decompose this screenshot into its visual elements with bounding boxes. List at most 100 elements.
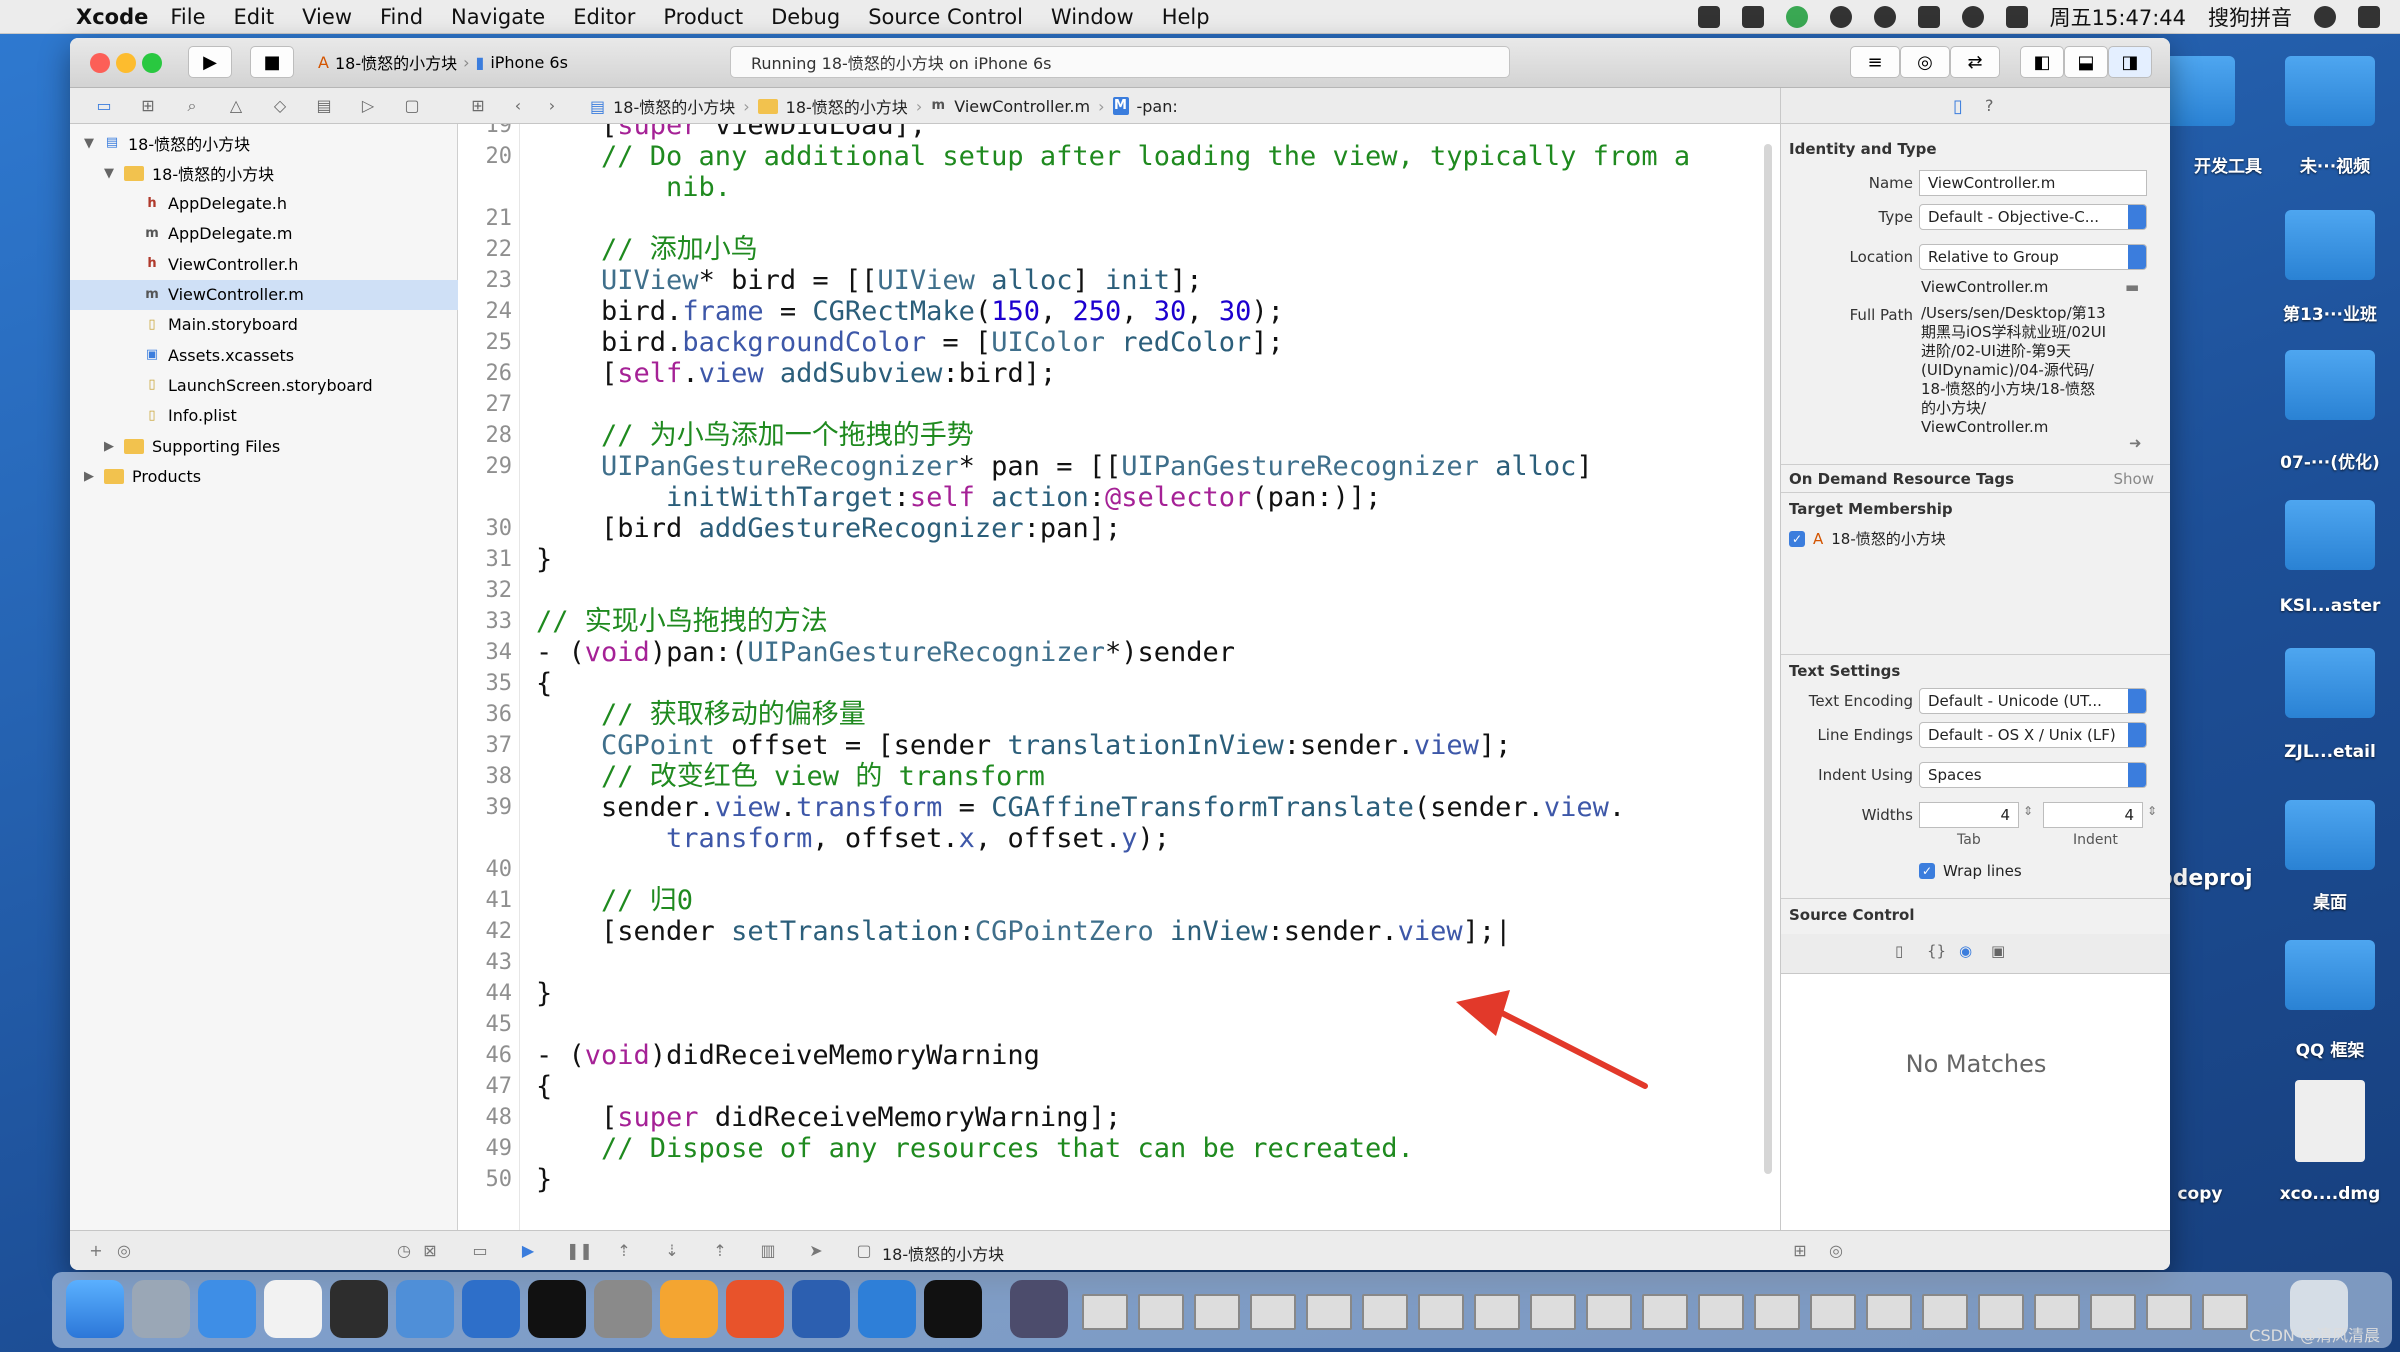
toggle-utilities-button[interactable]: ◨ [2108, 46, 2152, 78]
window-thumbnail[interactable] [1810, 1294, 1856, 1330]
window-thumbnail[interactable] [1698, 1294, 1744, 1330]
menu-source-control[interactable]: Source Control [868, 5, 1023, 29]
window-thumbnail[interactable] [1922, 1294, 1968, 1330]
menubar-clock[interactable]: 周五15:47:44 [2050, 2, 2186, 32]
location-icon[interactable]: ➤ [806, 1241, 826, 1261]
desktop-label-class[interactable]: 第13···业班 [2270, 300, 2390, 330]
safari-icon[interactable] [198, 1280, 256, 1338]
disclosure-open-icon[interactable]: ▼ [84, 136, 96, 151]
code-line[interactable]: } [536, 978, 552, 1009]
encoding-popup[interactable]: Default - Unicode (UT... [1919, 688, 2147, 714]
toggle-navigator-button[interactable]: ◧ [2020, 46, 2064, 78]
disclosure-closed-icon[interactable]: ▶ [84, 469, 96, 484]
status-green-icon[interactable] [1785, 6, 1808, 28]
code-line[interactable]: [self.view addSubview:bird]; [536, 358, 1056, 389]
code-line[interactable]: // Dispose of any resources that can be … [536, 1133, 1414, 1164]
menu-view[interactable]: View [302, 5, 352, 29]
lock-icon[interactable] [1917, 6, 1940, 28]
input-method[interactable]: 搜狗拼音 [2208, 2, 2292, 32]
menu-window[interactable]: Window [1051, 5, 1134, 29]
view-debug-icon[interactable]: ▥ [758, 1241, 778, 1261]
code-line[interactable]: { [536, 1071, 552, 1102]
nav-item[interactable]: h ViewController.h [70, 249, 458, 279]
type-popup[interactable]: Default - Objective-C... [1919, 204, 2147, 230]
video-editor-icon[interactable] [330, 1280, 388, 1338]
volume-icon[interactable] [2005, 6, 2028, 28]
window-thumbnail[interactable] [2090, 1294, 2136, 1330]
scheme-selector[interactable]: A 18-愤怒的小方块 › ▮ iPhone 6s [318, 46, 678, 78]
issue-navigator-icon[interactable]: △ [224, 96, 248, 116]
line-endings-popup[interactable]: Default - OS X / Unix (LF) [1919, 722, 2147, 748]
symbol-navigator-icon[interactable]: ⊞ [136, 96, 160, 116]
code-line[interactable]: CGPoint offset = [sender translationInVi… [536, 730, 1511, 761]
launchpad-icon[interactable] [132, 1280, 190, 1338]
file-template-icon[interactable]: ▯ [1895, 942, 1903, 960]
nav-item[interactable]: ▯ Main.storyboard [70, 310, 458, 340]
recent-icon[interactable]: ◷ [394, 1241, 414, 1261]
checkbox-checked-icon[interactable]: ✓ [1789, 530, 1805, 547]
breadcrumb-project[interactable]: 18-愤怒的小方块 [613, 94, 735, 118]
stop-button[interactable]: ■ [250, 46, 294, 78]
window-thumbnail[interactable] [1474, 1294, 1520, 1330]
debug-navigator-icon[interactable]: ▤ [312, 96, 336, 116]
menu-edit[interactable]: Edit [233, 5, 274, 29]
menu-find[interactable]: Find [380, 5, 423, 29]
menu-help[interactable]: Help [1162, 5, 1210, 29]
nav-item[interactable]: ▯ LaunchScreen.storyboard [70, 370, 458, 400]
menu-editor[interactable]: Editor [573, 5, 635, 29]
close-window-button[interactable] [90, 53, 110, 73]
wrap-lines-row[interactable]: ✓ Wrap lines [1919, 862, 2022, 880]
step-over-icon[interactable]: ⇡ [614, 1241, 634, 1261]
code-line[interactable]: // 为小鸟添加一个拖拽的手势 [536, 420, 974, 451]
code-line[interactable]: // 归0 [536, 885, 693, 916]
code-line[interactable]: nib. [536, 172, 731, 203]
checkbox-checked-icon[interactable]: ✓ [1919, 863, 1935, 879]
related-items-icon[interactable]: ⊞ [466, 96, 490, 116]
stepper-icon[interactable]: ⇕ [2147, 804, 2157, 818]
odr-show-button[interactable]: Show [2114, 470, 2154, 488]
step-in-icon[interactable]: ⇣ [662, 1241, 682, 1261]
code-line[interactable]: // 实现小鸟拖拽的方法 [536, 606, 828, 637]
code-line[interactable]: [bird addGestureRecognizer:pan]; [536, 513, 1121, 544]
screen-record-icon[interactable] [1741, 6, 1764, 28]
window-thumbnail[interactable] [2202, 1294, 2248, 1330]
code-line[interactable]: UIView* bird = [[UIView alloc] init]; [536, 265, 1203, 296]
forward-icon[interactable]: › [540, 96, 564, 116]
system-preferences-icon[interactable] [594, 1280, 652, 1338]
breakpoint-navigator-icon[interactable]: ▷ [356, 96, 380, 116]
version-editor-button[interactable]: ⇄ [1950, 46, 2000, 78]
window-thumbnail[interactable] [1586, 1294, 1632, 1330]
presentation-icon[interactable] [726, 1280, 784, 1338]
code-line[interactable]: // 获取移动的偏移量 [536, 699, 866, 730]
window-thumbnail[interactable] [1530, 1294, 1576, 1330]
notification-center-icon[interactable] [2358, 6, 2380, 28]
window-thumbnail[interactable] [1306, 1294, 1352, 1330]
desktop-label-qq[interactable]: QQ 框架 [2270, 1036, 2390, 1066]
disclosure-open-icon[interactable]: ▼ [104, 166, 116, 181]
window-thumbnail[interactable] [1866, 1294, 1912, 1330]
desktop-label-zjl[interactable]: ZJL...etail [2270, 742, 2390, 772]
test-navigator-icon[interactable]: ◇ [268, 96, 292, 116]
window-thumbnail[interactable] [1362, 1294, 1408, 1330]
standard-editor-button[interactable]: ≡ [1850, 46, 1900, 78]
window-thumbnail[interactable] [1250, 1294, 1296, 1330]
wifi-icon[interactable] [1961, 6, 1984, 28]
nav-item[interactable]: ▯ Info.plist [70, 401, 458, 431]
window-thumbnail[interactable] [1082, 1294, 1128, 1330]
toggle-debug-button[interactable]: ⬓ [2064, 46, 2108, 78]
xcode-icon[interactable] [396, 1280, 454, 1338]
window-thumbnail[interactable] [1754, 1294, 1800, 1330]
desktop-folder-7[interactable] [2270, 800, 2390, 950]
location-popup[interactable]: Relative to Group [1919, 244, 2147, 270]
code-line[interactable]: // 改变红色 view 的 transform [536, 761, 1045, 792]
stepper-icon[interactable]: ⇕ [2023, 804, 2033, 818]
code-line[interactable]: } [536, 544, 552, 575]
scm-filter-icon[interactable]: ⊠ [420, 1241, 440, 1261]
nav-item[interactable]: m ViewController.m [70, 279, 458, 310]
quick-help-icon[interactable]: ? [1985, 96, 1994, 115]
desktop-folder-8[interactable] [2270, 940, 2390, 1090]
step-out-icon[interactable]: ⇡ [710, 1241, 730, 1261]
code-line[interactable]: transform, offset.x, offset.y); [536, 823, 1170, 854]
screen-share-icon[interactable] [858, 1280, 916, 1338]
window-thumbnail[interactable] [1138, 1294, 1184, 1330]
